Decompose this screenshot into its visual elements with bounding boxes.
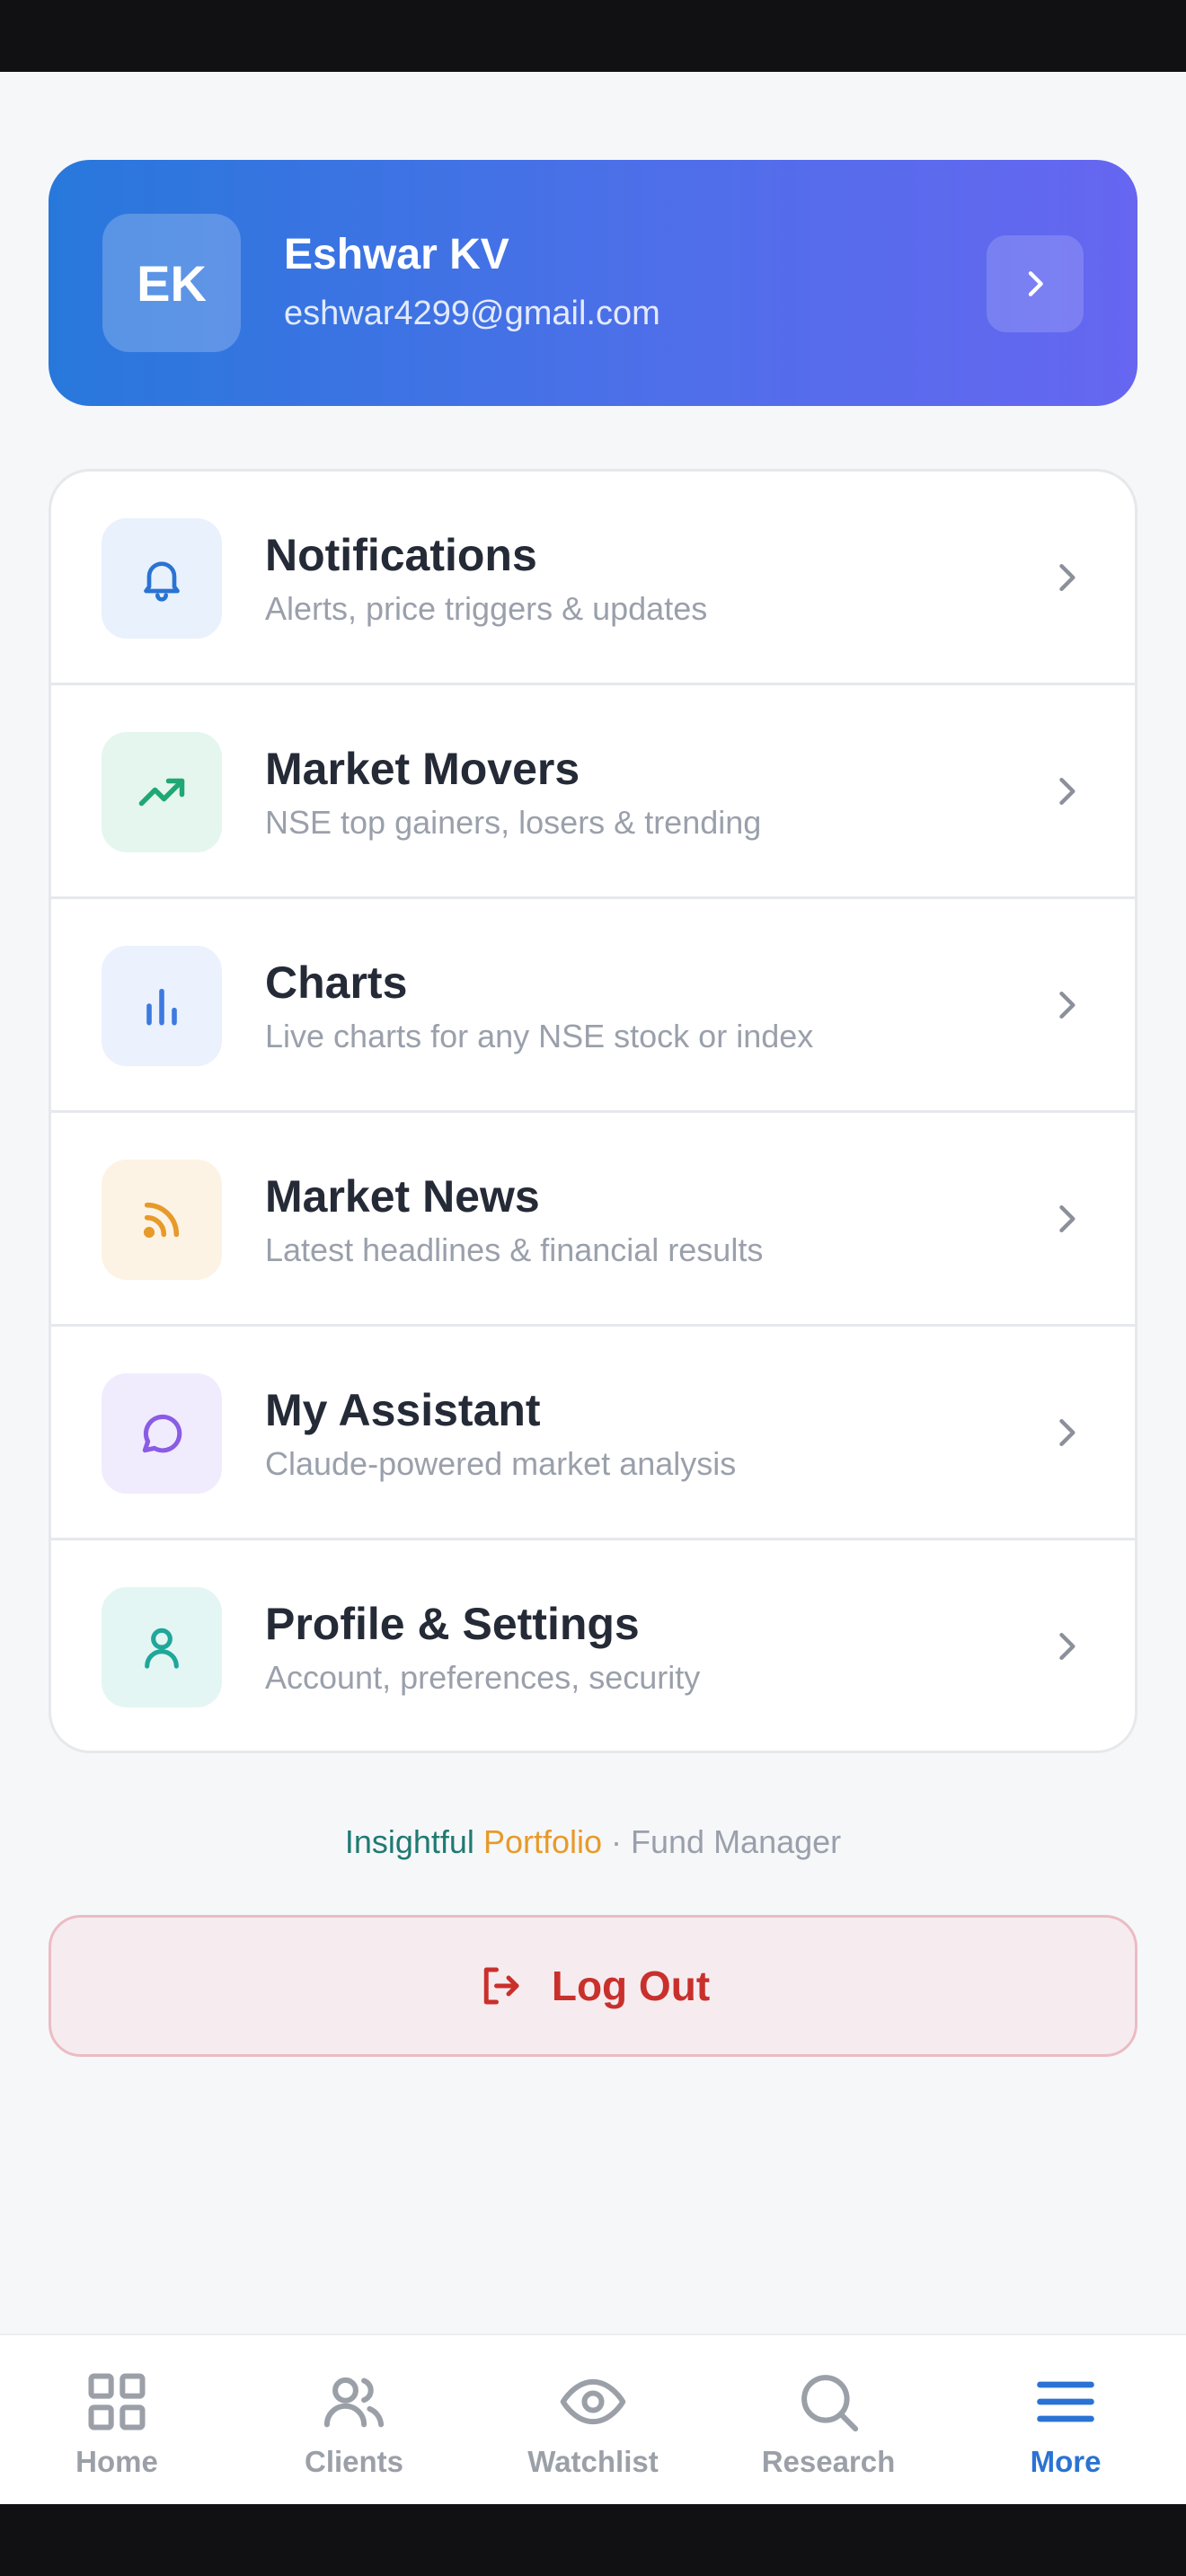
menu-item-subtitle: NSE top gainers, losers & trending xyxy=(265,804,762,841)
menu-item-profile-settings[interactable]: Profile & Settings Account, preferences,… xyxy=(51,1540,1135,1751)
tab-label: More xyxy=(1030,2445,1102,2478)
tab-research[interactable]: Research xyxy=(730,2335,927,2506)
menu-item-market-news[interactable]: Market News Latest headlines & financial… xyxy=(51,1113,1135,1327)
tab-label: Home xyxy=(75,2445,158,2478)
eye-icon xyxy=(560,2378,626,2425)
chevron-right-icon xyxy=(1059,1632,1075,1661)
profile-card[interactable]: EK Eshwar KV eshwar4299@gmail.com xyxy=(49,160,1137,406)
menu-item-subtitle: Alerts, price triggers & updates xyxy=(265,590,708,627)
brand-name-part-1: Insightful xyxy=(344,1823,474,1860)
bar-chart-icon xyxy=(102,946,222,1066)
menu-item-notifications[interactable]: Notifications Alerts, price triggers & u… xyxy=(51,472,1135,685)
menu-item-market-movers[interactable]: Market Movers NSE top gainers, losers & … xyxy=(51,685,1135,899)
menu-item-title: My Assistant xyxy=(265,1385,541,1435)
logout-button[interactable]: Log Out xyxy=(49,1915,1137,2057)
menu-item-title: Profile & Settings xyxy=(265,1599,640,1649)
profile-open-button[interactable] xyxy=(987,235,1084,332)
menu-list: Notifications Alerts, price triggers & u… xyxy=(49,469,1137,1753)
user-icon xyxy=(102,1587,222,1707)
chat-bubble-icon xyxy=(102,1373,222,1494)
rss-icon xyxy=(102,1160,222,1280)
brand-name-part-2: Portfolio xyxy=(482,1823,603,1860)
tab-more[interactable]: More xyxy=(967,2335,1164,2506)
bottom-tab-bar: Home Clients Watchlist Research More xyxy=(0,2333,1186,2504)
home-indicator-bar xyxy=(0,2504,1186,2576)
app-brand-footer: Insightful Portfolio · Fund Manager xyxy=(0,1823,1186,1861)
chevron-right-icon xyxy=(1059,1418,1075,1447)
search-icon xyxy=(801,2375,859,2432)
menu-icon xyxy=(1037,2381,1094,2422)
logout-icon xyxy=(483,1967,519,2005)
status-bar xyxy=(0,0,1186,72)
tab-clients[interactable]: Clients xyxy=(255,2335,453,2506)
brand-suffix: · Fund Manager xyxy=(602,1823,842,1860)
menu-item-title: Market Movers xyxy=(265,744,580,794)
bell-icon xyxy=(102,518,222,639)
chevron-right-icon xyxy=(1059,563,1075,592)
profile-email: eshwar4299@gmail.com xyxy=(284,295,660,332)
tab-watchlist[interactable]: Watchlist xyxy=(494,2335,692,2506)
logout-label: Log Out xyxy=(551,1963,711,2009)
menu-item-subtitle: Latest headlines & financial results xyxy=(265,1231,764,1268)
tab-label: Research xyxy=(761,2445,896,2478)
menu-item-subtitle: Claude-powered market analysis xyxy=(265,1445,737,1482)
menu-item-subtitle: Live charts for any NSE stock or index xyxy=(265,1018,814,1054)
tab-label: Watchlist xyxy=(527,2445,659,2478)
menu-item-title: Market News xyxy=(265,1171,540,1222)
chevron-right-icon xyxy=(1059,1204,1075,1233)
users-icon xyxy=(323,2377,385,2428)
trending-up-icon xyxy=(102,732,222,852)
menu-item-charts[interactable]: Charts Live charts for any NSE stock or … xyxy=(51,899,1135,1113)
avatar: EK xyxy=(102,214,241,352)
menu-item-subtitle: Account, preferences, security xyxy=(265,1659,701,1696)
tab-home[interactable]: Home xyxy=(18,2335,216,2506)
menu-item-my-assistant[interactable]: My Assistant Claude-powered market analy… xyxy=(51,1327,1135,1540)
chevron-right-icon xyxy=(1059,991,1075,1019)
profile-name: Eshwar KV xyxy=(284,231,509,278)
menu-item-title: Charts xyxy=(265,957,408,1008)
tab-label: Clients xyxy=(304,2445,404,2478)
chevron-right-icon xyxy=(1059,777,1075,806)
grid-icon xyxy=(88,2373,146,2430)
chevron-right-icon xyxy=(1028,271,1043,296)
menu-item-title: Notifications xyxy=(265,530,537,580)
